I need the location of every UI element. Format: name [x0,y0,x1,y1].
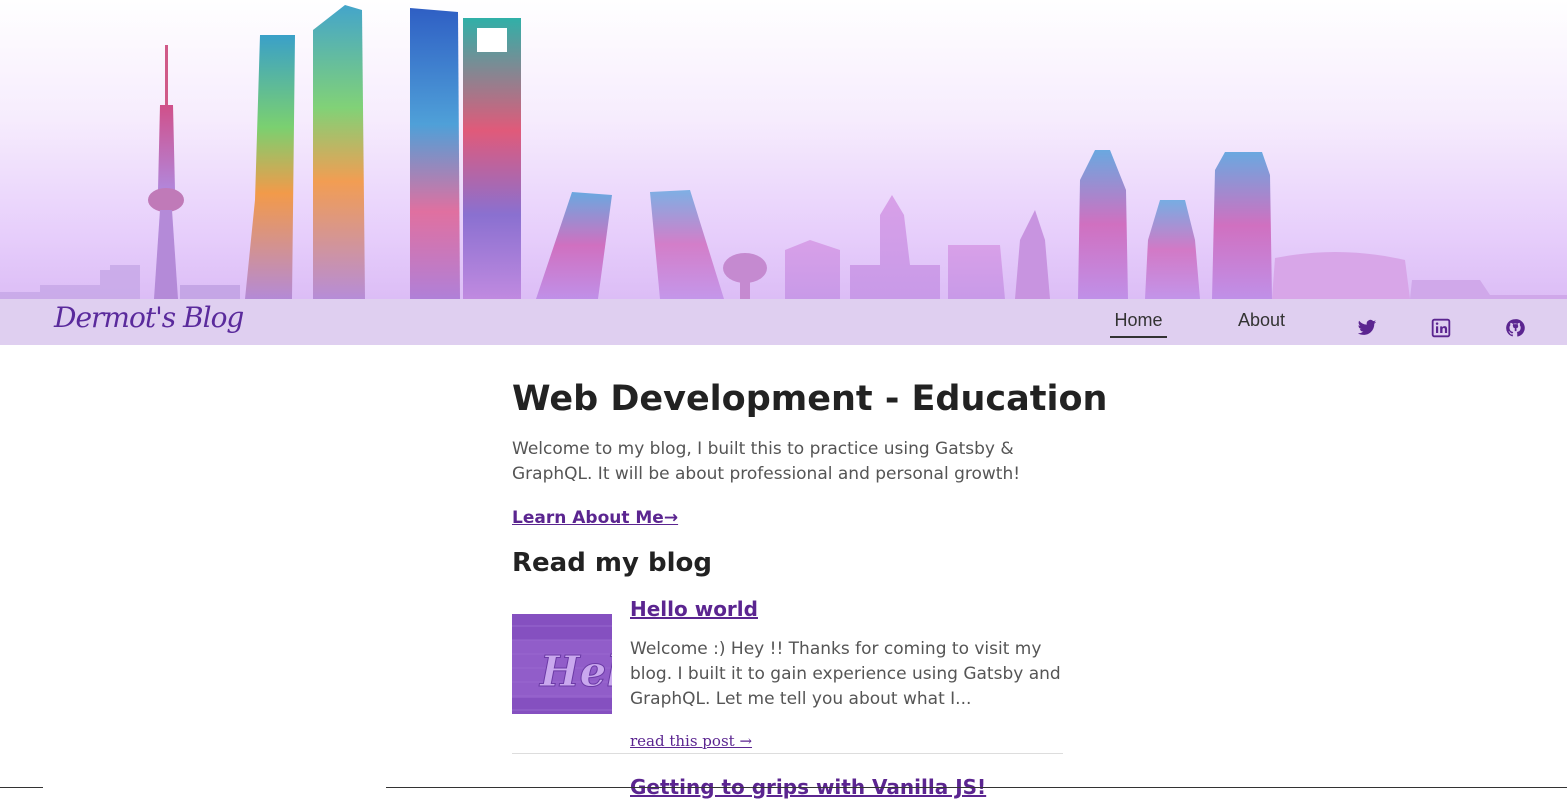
post-thumbnail[interactable]: Hello [512,614,612,714]
nav-home-link[interactable]: Home [1110,310,1167,338]
twitter-link[interactable] [1357,318,1377,338]
github-link[interactable] [1505,318,1525,338]
twitter-icon [1357,319,1377,335]
learn-about-me-link[interactable]: Learn About Me→ [512,508,678,528]
page-title: Web Development - Education [512,379,1108,419]
blog-post-card: Hello Hello world Welcome :) Hey !! Than… [512,593,1063,754]
nav-about-link[interactable]: About [1238,310,1285,331]
linkedin-icon [1431,318,1451,338]
brand-logo[interactable]: Dermot's Blog [54,301,244,334]
linkedin-link[interactable] [1431,318,1451,338]
skyline-illustration [0,5,1567,299]
read-post-link[interactable]: read this post → [630,732,752,750]
top-navbar: Dermot's Blog Home About [0,299,1567,345]
hero-banner [0,0,1567,299]
post-excerpt: Welcome :) Hey !! Thanks for coming to v… [630,639,1061,709]
intro-text: Welcome to my blog, I built this to prac… [512,439,1021,484]
post-title-link[interactable]: Hello world [630,597,758,621]
svg-text:Hello: Hello [539,647,612,696]
hello-neon-sign-image: Hello [512,614,612,714]
section-title: Read my blog [512,548,712,578]
github-icon [1506,319,1525,337]
